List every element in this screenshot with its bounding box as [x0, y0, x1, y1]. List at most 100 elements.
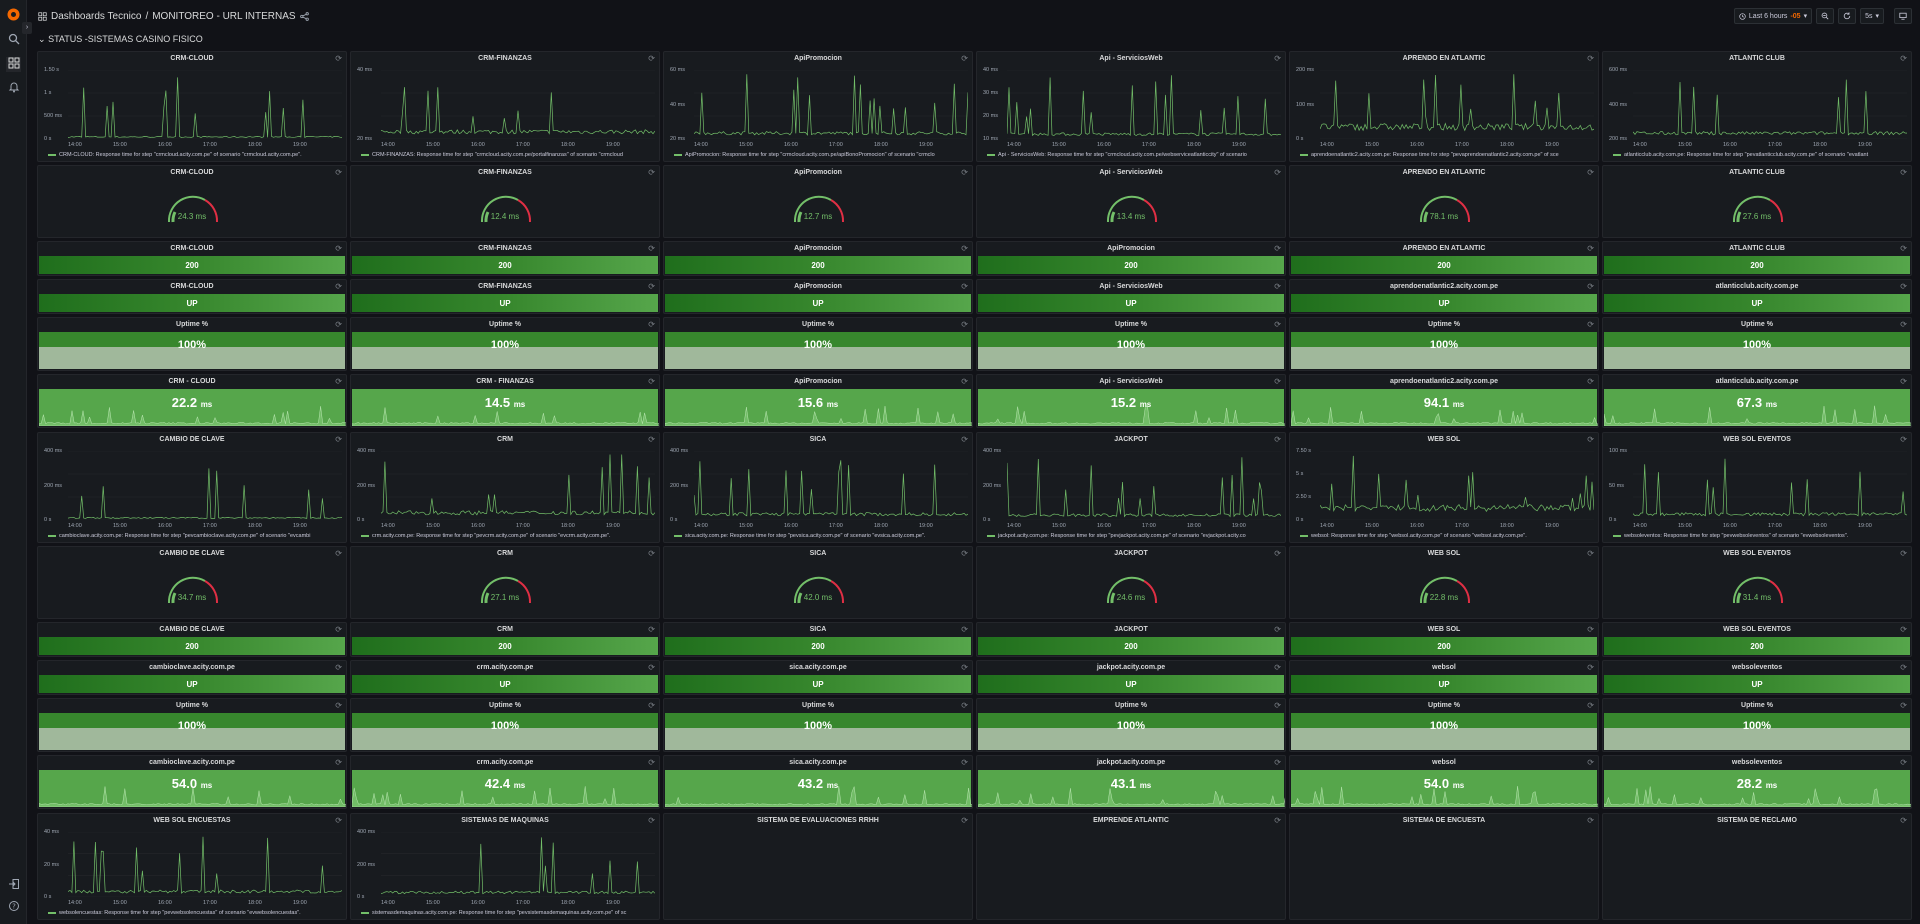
refresh-icon[interactable]: ⟳ — [335, 282, 342, 291]
refresh-interval-picker[interactable]: 5s ▾ — [1860, 8, 1884, 24]
refresh-icon[interactable]: ⟳ — [1587, 54, 1594, 63]
refresh-icon[interactable]: ⟳ — [961, 701, 968, 710]
status-panel[interactable]: websoleventos ⟳ UP — [1602, 660, 1912, 695]
refresh-icon[interactable]: ⟳ — [961, 377, 968, 386]
status-panel[interactable]: aprendoenatlantic2.acity.com.pe ⟳ UP — [1289, 279, 1599, 314]
timeseries-panel[interactable]: Api - ServiciosWeb ⟳ 40 ms 30 ms 20 ms 10 ms 1… — [976, 51, 1286, 162]
refresh-icon[interactable]: ⟳ — [1587, 816, 1594, 825]
timeseries-panel[interactable]: SISTEMAS DE MAQUINAS ⟳ 400 ms 200 ms 0 s 14:0… — [350, 813, 660, 920]
dashboards-icon[interactable] — [6, 57, 21, 72]
uptime-panel[interactable]: Uptime % ⟳ 100% — [976, 317, 1286, 371]
refresh-icon[interactable]: ⟳ — [1587, 377, 1594, 386]
http-code-panel[interactable]: JACKPOT ⟳ 200 — [976, 622, 1286, 657]
legend[interactable]: aprendoenatlantic2.acity.com.pe: Respons… — [1300, 152, 1594, 158]
uptime-panel[interactable]: Uptime % ⟳ 100% — [37, 317, 347, 371]
status-panel[interactable]: CRM-FINANZAS ⟳ UP — [350, 279, 660, 314]
uptime-panel[interactable]: Uptime % ⟳ 100% — [976, 698, 1286, 752]
refresh-icon[interactable]: ⟳ — [335, 758, 342, 767]
uptime-panel[interactable]: Uptime % ⟳ 100% — [350, 317, 660, 371]
refresh-icon[interactable]: ⟳ — [648, 549, 655, 558]
http-code-panel[interactable]: ApiPromocion ⟳ 200 — [663, 241, 973, 276]
refresh-icon[interactable]: ⟳ — [648, 244, 655, 253]
refresh-icon[interactable]: ⟳ — [1587, 282, 1594, 291]
legend[interactable]: websol: Response time for step "websol.a… — [1300, 533, 1594, 539]
stat-panel[interactable]: crm.acity.com.pe ⟳ 42.4 ms — [350, 755, 660, 809]
refresh-icon[interactable]: ⟳ — [648, 54, 655, 63]
refresh-icon[interactable]: ⟳ — [648, 625, 655, 634]
stat-panel[interactable]: CRM - CLOUD ⟳ 22.2 ms — [37, 374, 347, 428]
stat-panel[interactable]: websoleventos ⟳ 28.2 ms — [1602, 755, 1912, 809]
refresh-icon[interactable]: ⟳ — [1900, 816, 1907, 825]
refresh-icon[interactable]: ⟳ — [1587, 168, 1594, 177]
refresh-icon[interactable]: ⟳ — [1587, 320, 1594, 329]
refresh-icon[interactable]: ⟳ — [1274, 663, 1281, 672]
refresh-icon[interactable]: ⟳ — [1900, 282, 1907, 291]
http-code-panel[interactable]: WEB SOL ⟳ 200 — [1289, 622, 1599, 657]
timeseries-panel[interactable]: APRENDO EN ATLANTIC ⟳ 200 ms 100 ms 0 s 14:00… — [1289, 51, 1599, 162]
http-code-panel[interactable]: CRM ⟳ 200 — [350, 622, 660, 657]
refresh-icon[interactable]: ⟳ — [961, 549, 968, 558]
gauge-panel[interactable]: ATLANTIC CLUB ⟳ 27.6 ms — [1602, 165, 1912, 238]
stat-panel[interactable]: aprendoenatlantic2.acity.com.pe ⟳ 94.1 ms — [1289, 374, 1599, 428]
legend[interactable]: sica.acity.com.pe: Response time for ste… — [674, 533, 968, 539]
refresh-icon[interactable]: ⟳ — [1274, 244, 1281, 253]
refresh-icon[interactable]: ⟳ — [335, 663, 342, 672]
help-icon[interactable]: ? — [6, 900, 21, 915]
legend[interactable]: cambioclave.acity.com.pe: Response time … — [48, 533, 342, 539]
refresh-icon[interactable]: ⟳ — [1274, 54, 1281, 63]
row-header[interactable]: ⌄ STATUS -SISTEMAS CASINO FISICO — [38, 34, 203, 45]
timeseries-panel[interactable]: SICA ⟳ 400 ms 200 ms 0 s 14:00 15:00 16:00 17:00… — [663, 432, 973, 543]
uptime-panel[interactable]: Uptime % ⟳ 100% — [1289, 698, 1599, 752]
refresh-icon[interactable]: ⟳ — [1587, 549, 1594, 558]
uptime-panel[interactable]: Uptime % ⟳ 100% — [1289, 317, 1599, 371]
gauge-panel[interactable]: WEB SOL ⟳ 22.8 ms — [1289, 546, 1599, 619]
legend[interactable]: sistemasdemaquinas.acity.com.pe: Respons… — [361, 910, 655, 916]
stat-panel[interactable]: ApiPromocion ⟳ 15.6 ms — [663, 374, 973, 428]
timeseries-panel[interactable]: CRM-FINANZAS ⟳ 40 ms 20 ms 14:00 15:00 16:00 17… — [350, 51, 660, 162]
refresh-icon[interactable]: ⟳ — [961, 168, 968, 177]
timeseries-panel[interactable]: CRM-CLOUD ⟳ 1.50 s 1 s 500 ms 0 s 14:00 15:00 16… — [37, 51, 347, 162]
refresh-icon[interactable]: ⟳ — [1900, 54, 1907, 63]
http-code-panel[interactable]: CRM-CLOUD ⟳ 200 — [37, 241, 347, 276]
refresh-icon[interactable]: ⟳ — [961, 54, 968, 63]
timeseries-panel[interactable]: JACKPOT ⟳ 400 ms 200 ms 0 s 14:00 15:00 16:00 17… — [976, 432, 1286, 543]
http-code-panel[interactable]: CAMBIO DE CLAVE ⟳ 200 — [37, 622, 347, 657]
refresh-icon[interactable]: ⟳ — [1274, 282, 1281, 291]
refresh-icon[interactable]: ⟳ — [335, 377, 342, 386]
search-icon[interactable] — [6, 33, 21, 48]
refresh-icon[interactable]: ⟳ — [335, 168, 342, 177]
gauge-panel[interactable]: CRM ⟳ 27.1 ms — [350, 546, 660, 619]
legend[interactable]: Api - ServiciosWeb: Response time for st… — [987, 152, 1281, 158]
refresh-icon[interactable]: ⟳ — [961, 625, 968, 634]
status-panel[interactable]: atlanticclub.acity.com.pe ⟳ UP — [1602, 279, 1912, 314]
refresh-icon[interactable]: ⟳ — [1900, 320, 1907, 329]
refresh-icon[interactable]: ⟳ — [1900, 663, 1907, 672]
refresh-icon[interactable]: ⟳ — [1900, 377, 1907, 386]
refresh-icon[interactable]: ⟳ — [1587, 663, 1594, 672]
refresh-icon[interactable]: ⟳ — [961, 758, 968, 767]
gauge-panel[interactable]: Api - ServiciosWeb ⟳ 13.4 ms — [976, 165, 1286, 238]
refresh-icon[interactable]: ⟳ — [1274, 549, 1281, 558]
refresh-icon[interactable]: ⟳ — [648, 435, 655, 444]
refresh-icon[interactable]: ⟳ — [335, 244, 342, 253]
refresh-icon[interactable]: ⟳ — [1900, 244, 1907, 253]
refresh-icon[interactable]: ⟳ — [1274, 435, 1281, 444]
refresh-icon[interactable]: ⟳ — [335, 549, 342, 558]
http-code-panel[interactable]: WEB SOL EVENTOS ⟳ 200 — [1602, 622, 1912, 657]
legend[interactable]: atlanticclub.acity.com.pe: Response time… — [1613, 152, 1907, 158]
uptime-panel[interactable]: Uptime % ⟳ 100% — [1602, 698, 1912, 752]
gauge-panel[interactable]: WEB SOL EVENTOS ⟳ 31.4 ms — [1602, 546, 1912, 619]
gauge-panel[interactable]: APRENDO EN ATLANTIC ⟳ 78.1 ms — [1289, 165, 1599, 238]
refresh-icon[interactable]: ⟳ — [961, 435, 968, 444]
legend[interactable]: ApiPromocion: Response time for step "cr… — [674, 152, 968, 158]
status-panel[interactable]: cambioclave.acity.com.pe ⟳ UP — [37, 660, 347, 695]
signin-icon[interactable] — [6, 878, 21, 893]
gauge-panel[interactable]: JACKPOT ⟳ 24.6 ms — [976, 546, 1286, 619]
timeseries-panel[interactable]: EMPRENDE ATLANTIC ⟳ — [976, 813, 1286, 920]
refresh-icon[interactable]: ⟳ — [1587, 244, 1594, 253]
stat-panel[interactable]: Api - ServiciosWeb ⟳ 15.2 ms — [976, 374, 1286, 428]
legend[interactable]: crm.acity.com.pe: Response time for step… — [361, 533, 655, 539]
refresh-icon[interactable]: ⟳ — [1274, 758, 1281, 767]
stat-panel[interactable]: CRM - FINANZAS ⟳ 14.5 ms — [350, 374, 660, 428]
legend[interactable]: CRM-FINANZAS: Response time for step "cr… — [361, 152, 655, 158]
